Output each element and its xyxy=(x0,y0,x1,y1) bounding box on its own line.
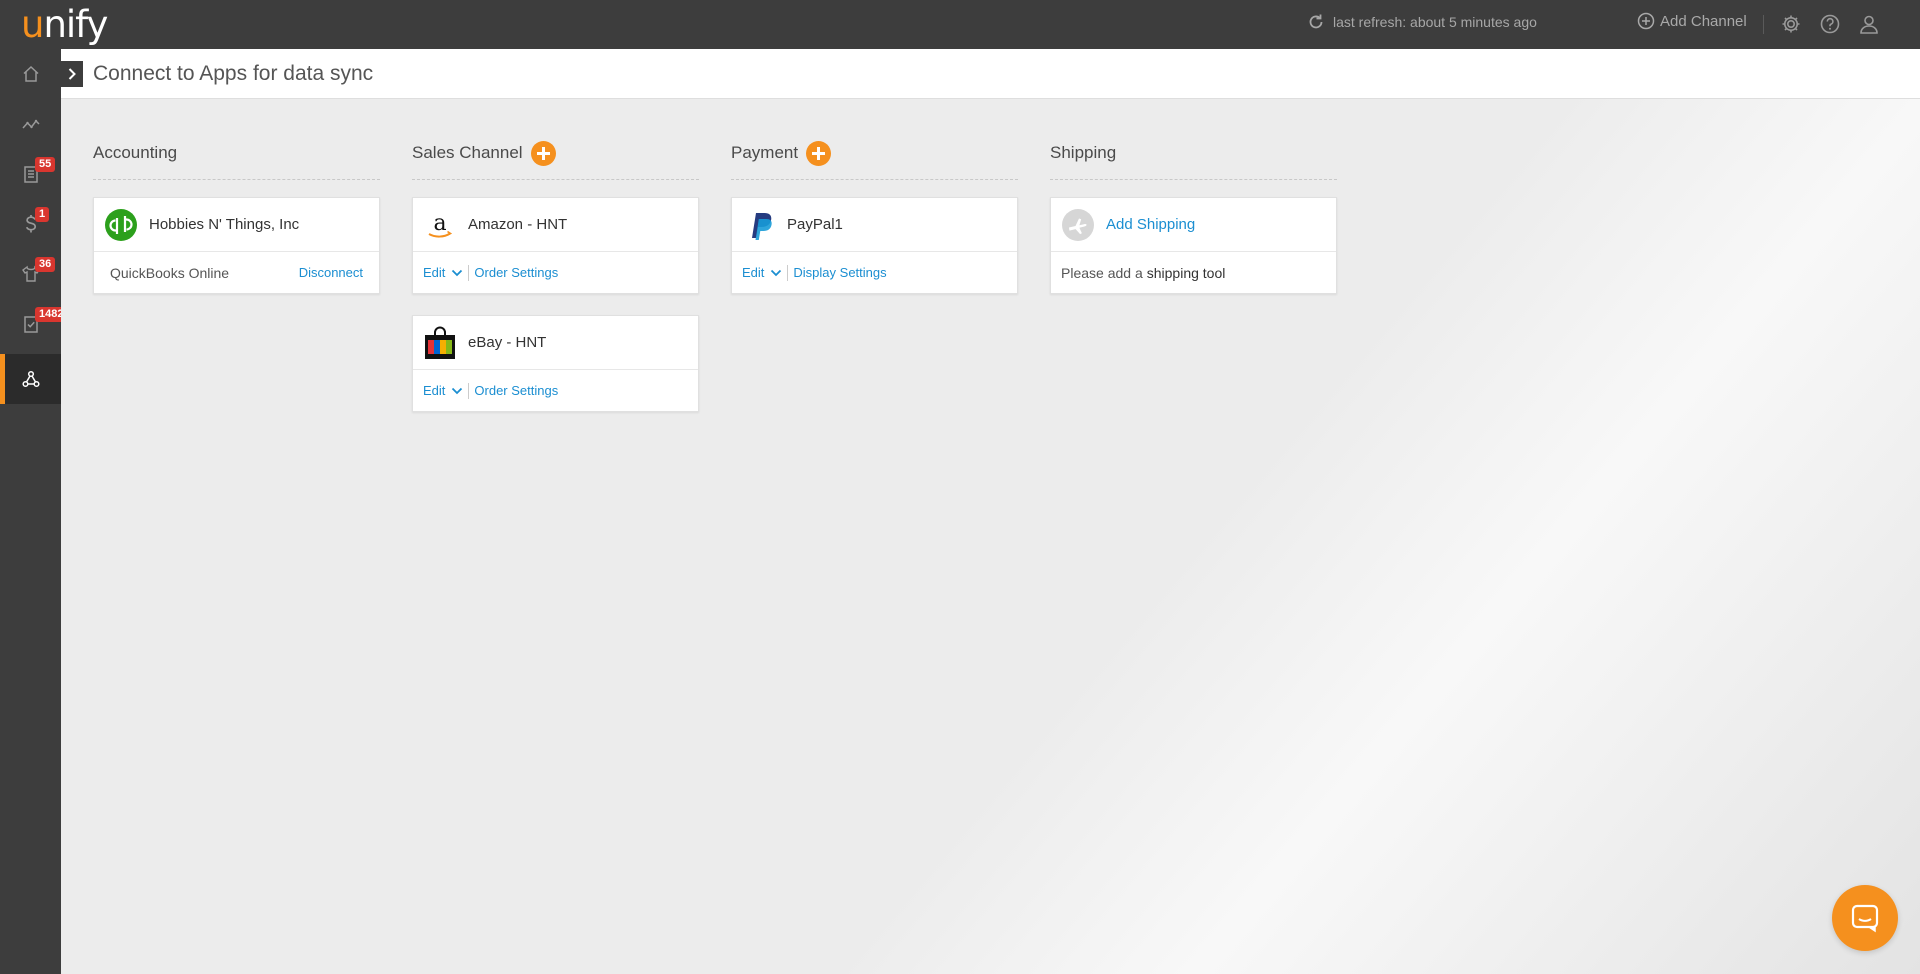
page-header: Connect to Apps for data sync xyxy=(61,49,1920,99)
help-icon[interactable] xyxy=(1819,13,1841,35)
ebay-logo-icon xyxy=(423,326,457,360)
add-channel-button[interactable]: Add Channel xyxy=(1637,12,1747,30)
sidebar-item-tasks[interactable]: 1482 xyxy=(0,299,68,349)
sales-channel-title-text: Sales Channel xyxy=(412,143,523,162)
main-content: Accounting Hobbies N' Things, Inc QuickB… xyxy=(61,99,1920,974)
accounting-company-name: Hobbies N' Things, Inc xyxy=(149,216,300,233)
paypal-card: PayPal1 Edit Display Settings xyxy=(731,197,1018,294)
shipping-card: Add Shipping Please add a shipping tool xyxy=(1050,197,1337,294)
chart-line-icon xyxy=(21,119,40,129)
add-channel-label: Add Channel xyxy=(1660,12,1747,30)
plus-circle-icon xyxy=(1637,12,1655,30)
payment-title-text: Payment xyxy=(731,143,799,162)
amazon-card: a Amazon - HNT Edit Order Settings xyxy=(412,197,699,294)
amazon-logo-icon: a xyxy=(423,208,457,242)
home-icon xyxy=(22,65,39,82)
accounting-service-name: QuickBooks Online xyxy=(110,264,230,281)
shipping-column-title: Shipping xyxy=(1050,140,1116,166)
unify-logo[interactable]: u nify xyxy=(21,2,108,46)
payment-divider xyxy=(731,179,1018,180)
chevron-down-icon[interactable] xyxy=(770,269,782,277)
payment-column-title: Payment xyxy=(731,140,832,166)
add-shipping-link[interactable]: Add Shipping xyxy=(1106,216,1195,233)
sidebar: 55 1 36 1482 xyxy=(0,49,68,974)
accounting-column-title: Accounting xyxy=(93,140,177,166)
sidebar-item-home[interactable] xyxy=(0,49,61,99)
link-divider xyxy=(468,382,470,399)
shipping-prompt-text: Please add a xyxy=(1061,264,1143,281)
amazon-channel-name: Amazon - HNT xyxy=(468,216,568,233)
chevron-down-icon[interactable] xyxy=(451,387,463,395)
accounting-title-text: Accounting xyxy=(93,143,178,162)
sidebar-item-payments[interactable]: 1 xyxy=(0,199,61,249)
sidebar-toggle-button[interactable] xyxy=(61,61,83,87)
accounting-card: Hobbies N' Things, Inc QuickBooks Online… xyxy=(93,197,380,294)
top-bar: u nify last refresh: about 5 minutes ago … xyxy=(0,0,1920,49)
sidebar-item-connections[interactable] xyxy=(0,354,61,404)
shipping-divider xyxy=(1050,179,1337,180)
sales-channel-divider xyxy=(412,179,699,180)
ebay-order-settings-link[interactable]: Order Settings xyxy=(474,383,558,398)
settings-gear-icon[interactable] xyxy=(1780,13,1802,35)
ebay-card: eBay - HNT Edit Order Settings xyxy=(412,315,699,412)
amazon-edit-link[interactable]: Edit xyxy=(423,265,445,280)
chat-bubble-icon xyxy=(1851,904,1879,933)
chevron-right-icon xyxy=(68,68,76,80)
toolbar-divider xyxy=(1763,15,1764,34)
amazon-order-settings-link[interactable]: Order Settings xyxy=(474,265,558,280)
user-profile-icon[interactable] xyxy=(1858,13,1880,35)
last-refresh-status[interactable]: last refresh: about 5 minutes ago xyxy=(1307,13,1537,31)
link-divider xyxy=(787,264,789,281)
disconnect-link[interactable]: Disconnect xyxy=(299,265,363,280)
quickbooks-logo-icon xyxy=(104,208,138,242)
svg-text:a: a xyxy=(433,211,446,236)
chat-support-button[interactable] xyxy=(1832,885,1898,951)
sidebar-item-products[interactable]: 36 xyxy=(0,249,61,299)
payments-badge: 1 xyxy=(35,207,50,222)
paypal-display-settings-link[interactable]: Display Settings xyxy=(793,265,886,280)
paypal-logo-icon xyxy=(742,208,776,242)
refresh-text: last refresh: about 5 minutes ago xyxy=(1333,14,1537,30)
shipping-title-text: Shipping xyxy=(1050,143,1117,162)
add-payment-button[interactable] xyxy=(806,140,832,166)
products-badge: 36 xyxy=(35,257,56,272)
sidebar-item-orders[interactable]: 55 xyxy=(0,149,61,199)
link-divider xyxy=(468,264,470,281)
chevron-down-icon[interactable] xyxy=(451,269,463,277)
accounting-divider xyxy=(93,179,380,180)
paypal-edit-link[interactable]: Edit xyxy=(742,265,764,280)
orders-badge: 55 xyxy=(35,157,56,172)
paypal-account-name: PayPal1 xyxy=(787,216,843,233)
ebay-edit-link[interactable]: Edit xyxy=(423,383,445,398)
shipping-prompt-bold: shipping tool xyxy=(1146,264,1226,281)
refresh-icon xyxy=(1309,14,1323,29)
network-icon xyxy=(21,370,40,388)
add-sales-channel-button[interactable] xyxy=(530,140,556,166)
sidebar-item-analytics[interactable] xyxy=(0,99,61,149)
sales-channel-column-title: Sales Channel xyxy=(412,140,556,166)
airplane-icon xyxy=(1061,208,1095,242)
page-title: Connect to Apps for data sync xyxy=(93,62,374,85)
ebay-channel-name: eBay - HNT xyxy=(468,334,547,351)
